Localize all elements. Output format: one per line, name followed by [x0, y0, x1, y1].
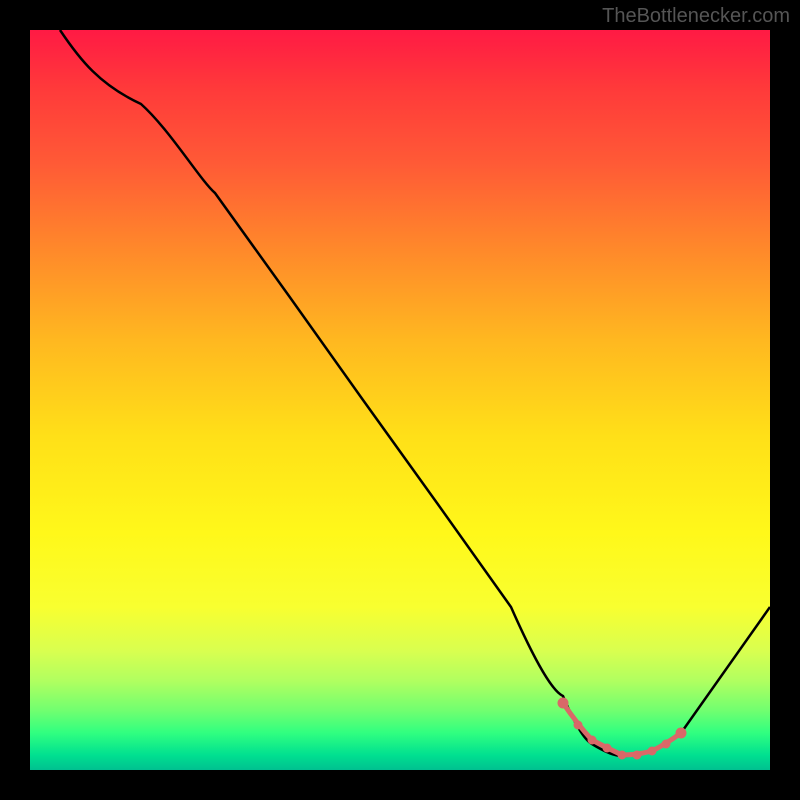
plot-area: [30, 30, 770, 770]
watermark-text: TheBottlenecker.com: [602, 5, 790, 28]
optimal-range-markers: [558, 698, 686, 759]
bottleneck-curve: [30, 30, 770, 770]
chart-container: TheBottlenecker.com: [0, 0, 800, 800]
curve-path: [60, 30, 770, 756]
